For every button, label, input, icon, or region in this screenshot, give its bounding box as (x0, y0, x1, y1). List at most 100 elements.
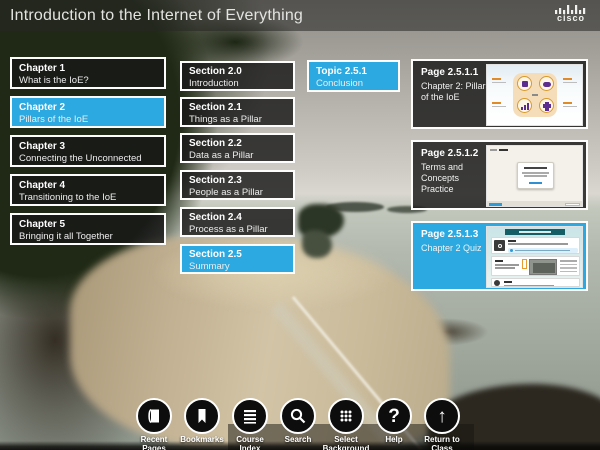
recent-pages-icon (136, 398, 172, 434)
up-arrow-glyph: ↑ (437, 407, 447, 426)
dialog-link (529, 182, 542, 184)
page-item-2-5-1-2[interactable]: Page 2.5.1.2 Terms and Concepts Practice (411, 140, 588, 210)
footer-brand (489, 203, 502, 206)
step-text (508, 243, 568, 245)
search-icon (280, 398, 316, 434)
cisco-wordmark: cisco (551, 14, 591, 23)
tool-label: Return to Class (417, 435, 467, 450)
corner-text (563, 106, 577, 107)
pillar-glyph (527, 103, 529, 110)
page-thumbnail-pillars-diagram (486, 64, 583, 126)
pillar-glyph (522, 81, 528, 87)
topic-subtitle: Conclusion (316, 78, 391, 90)
chapter-subtitle: Connecting the Unconnected (19, 153, 157, 165)
corner-text (492, 82, 506, 83)
section-title: Section 2.4 (189, 212, 286, 224)
course-index-icon (232, 398, 268, 434)
select-background-button[interactable]: Select Background (321, 398, 371, 450)
section-item-2-4[interactable]: Section 2.4 Process as a Pillar (180, 207, 295, 237)
chapter-title: Chapter 3 (19, 141, 157, 153)
topic-item-2-5-1-active[interactable]: Topic 2.5.1 Conclusion (307, 60, 400, 92)
select-background-icon (328, 398, 364, 434)
course-index-button[interactable]: Course Index (225, 398, 275, 450)
chapter-item-4[interactable]: Chapter 4 Transitioning to the IoE (10, 174, 166, 206)
info-strip (508, 248, 578, 253)
highlight-box (522, 259, 527, 269)
page-thumbnail-quiz (486, 226, 583, 288)
section-title: Section 2.2 (189, 138, 286, 150)
corner-label (563, 78, 572, 80)
pillar-glyph (543, 104, 551, 108)
course-navigation-screen: Introduction to the Internet of Everythi… (0, 0, 600, 450)
page-item-2-5-1-1[interactable]: Page 2.5.1.1 Chapter 2: Pillars of the I… (411, 59, 588, 129)
chapter-title: Chapter 5 (19, 219, 157, 231)
pillar-circle-things (539, 98, 554, 113)
ioe-center-label (532, 94, 538, 96)
chapter-title: Chapter 4 (19, 180, 157, 192)
section-subtitle: Introduction (189, 78, 286, 90)
page-subtitle: Chapter 2: Pillars of the IoE (421, 81, 493, 103)
tool-label: Search (273, 435, 323, 444)
header-bar: Introduction to the Internet of Everythi… (0, 0, 600, 31)
section-subtitle: Data as a Pillar (189, 150, 286, 162)
pillar-circle-process (539, 76, 554, 91)
quiz-step-1 (491, 237, 580, 254)
sidebar-line (560, 267, 577, 269)
tool-label: Help (369, 435, 419, 444)
chapter-subtitle: What is the IoE? (19, 75, 157, 87)
section-item-2-3[interactable]: Section 2.3 People as a Pillar (180, 170, 295, 200)
chapter-title: Chapter 2 (19, 102, 157, 114)
section-title: Section 2.5 (189, 249, 286, 261)
step-text (495, 267, 515, 269)
info-text (515, 250, 570, 252)
corner-text (492, 106, 506, 107)
section-item-2-1[interactable]: Section 2.1 Things as a Pillar (180, 97, 295, 127)
section-item-2-0[interactable]: Section 2.0 Introduction (180, 61, 295, 91)
section-title: Section 2.1 (189, 102, 286, 114)
return-to-class-button[interactable]: ↑ Return to Class (417, 398, 467, 450)
section-title: Section 2.0 (189, 66, 286, 78)
corner-label (563, 102, 572, 104)
chapter-item-2-active[interactable]: Chapter 2 Pillars of the IoE (10, 96, 166, 128)
pillar-circle-people (517, 76, 532, 91)
sidebar-line (560, 260, 577, 262)
quiz-header-text (519, 231, 551, 233)
dialog-text (524, 175, 547, 177)
section-subtitle: Things as a Pillar (189, 114, 286, 126)
bookmarks-button[interactable]: Bookmarks (177, 398, 227, 444)
page-subtitle: Terms and Concepts Practice (421, 162, 493, 195)
question-mark-glyph: ? (388, 407, 400, 426)
page-thumbnail-practice (486, 145, 583, 207)
search-button[interactable]: Search (273, 398, 323, 444)
breadcrumb-text (499, 149, 508, 151)
breadcrumb-text (490, 149, 497, 151)
chapter-subtitle: Transitioning to the IoE (19, 192, 157, 204)
cisco-logo: cisco (551, 5, 591, 23)
chapter-item-3[interactable]: Chapter 3 Connecting the Unconnected (10, 135, 166, 167)
chapter-item-5[interactable]: Chapter 5 Bringing it all Together (10, 213, 166, 245)
page-title: Introduction to the Internet of Everythi… (10, 0, 303, 31)
step-title (495, 260, 503, 262)
page-subtitle: Chapter 2 Quiz (421, 243, 493, 254)
chapter-item-1[interactable]: Chapter 1 What is the IoE? (10, 57, 166, 89)
step-text (495, 264, 519, 266)
step-title (504, 281, 512, 283)
section-subtitle: Process as a Pillar (189, 224, 286, 236)
tool-label: Select Background (321, 435, 371, 450)
tool-label: Recent Pages (129, 435, 179, 450)
quiz-step-2 (491, 256, 580, 276)
return-to-class-icon: ↑ (424, 398, 460, 434)
quiz-header-bar (505, 229, 565, 235)
recent-pages-button[interactable]: Recent Pages (129, 398, 179, 450)
corner-text (563, 82, 577, 83)
chapter-subtitle: Bringing it all Together (19, 231, 157, 243)
section-item-2-5-active[interactable]: Section 2.5 Summary (180, 244, 295, 274)
step-icon (494, 240, 505, 251)
help-button[interactable]: ? Help (369, 398, 419, 444)
point-rocks (302, 230, 332, 258)
info-icon (510, 249, 513, 252)
page-item-2-5-1-3-active[interactable]: Page 2.5.1.3 Chapter 2 Quiz (411, 221, 588, 291)
section-subtitle: People as a Pillar (189, 187, 286, 199)
screenshot (529, 259, 557, 275)
section-item-2-2[interactable]: Section 2.2 Data as a Pillar (180, 133, 295, 163)
